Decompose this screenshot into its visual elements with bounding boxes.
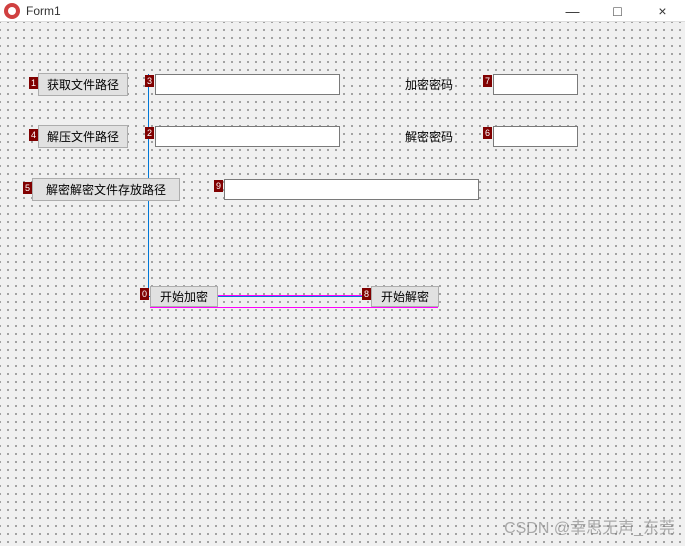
close-button[interactable]: × [640,0,685,22]
tab-order-tag: 8 [362,288,371,300]
output-path-button[interactable]: 解密解密文件存放路径 [32,178,180,201]
tab-order-tag: 2 [145,127,154,139]
output-path-input[interactable] [224,179,479,200]
encrypt-password-label: 加密密码 [405,76,453,93]
window-title: Form1 [26,4,61,18]
tab-order-tag: 3 [145,75,154,87]
extract-file-path-button[interactable]: 解压文件路径 [38,125,128,148]
extract-path-input[interactable] [155,126,340,147]
alignment-guide [218,295,370,296]
get-file-path-button[interactable]: 获取文件路径 [38,73,128,96]
alignment-guide [150,307,438,308]
file-path-input[interactable] [155,74,340,95]
tab-order-tag: 5 [23,182,32,194]
encrypt-password-input[interactable] [493,74,578,95]
app-icon [4,3,20,19]
tab-order-tag: 9 [214,180,223,192]
decrypt-password-input[interactable] [493,126,578,147]
minimize-button[interactable]: — [550,0,595,22]
titlebar: Form1 — □ × [0,0,685,22]
tab-order-tag: 1 [29,77,38,89]
tab-order-tag: 7 [483,75,492,87]
start-decrypt-button[interactable]: 开始解密 [371,286,439,307]
tab-order-tag: 6 [483,127,492,139]
maximize-button[interactable]: □ [595,0,640,22]
tab-order-tag: 0 [140,288,149,300]
window-controls: — □ × [550,0,685,22]
decrypt-password-label: 解密密码 [405,128,453,145]
start-encrypt-button[interactable]: 开始加密 [150,286,218,307]
watermark-text: CSDN @幸思无声_东莞 [504,514,675,538]
form-designer-surface[interactable]: 1 获取文件路径 3 加密密码 7 4 解压文件路径 2 解密密码 6 5 解密… [0,22,685,546]
tab-order-tag: 4 [29,129,38,141]
